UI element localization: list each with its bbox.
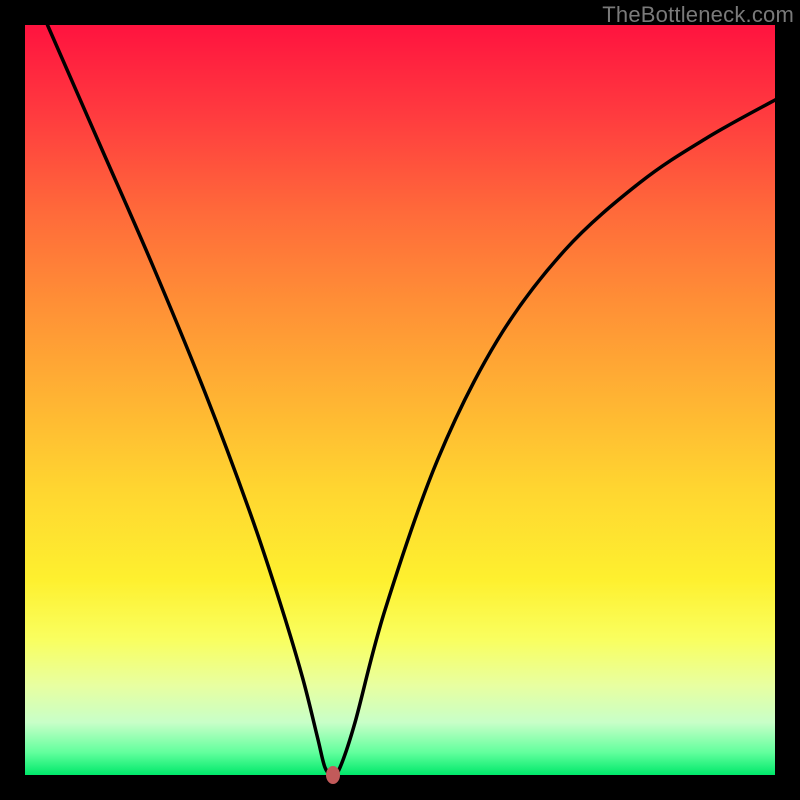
curve-svg bbox=[25, 25, 775, 775]
chart-frame: TheBottleneck.com bbox=[0, 0, 800, 800]
plot-area bbox=[25, 25, 775, 775]
bottleneck-curve bbox=[48, 25, 776, 775]
min-marker bbox=[326, 766, 340, 784]
